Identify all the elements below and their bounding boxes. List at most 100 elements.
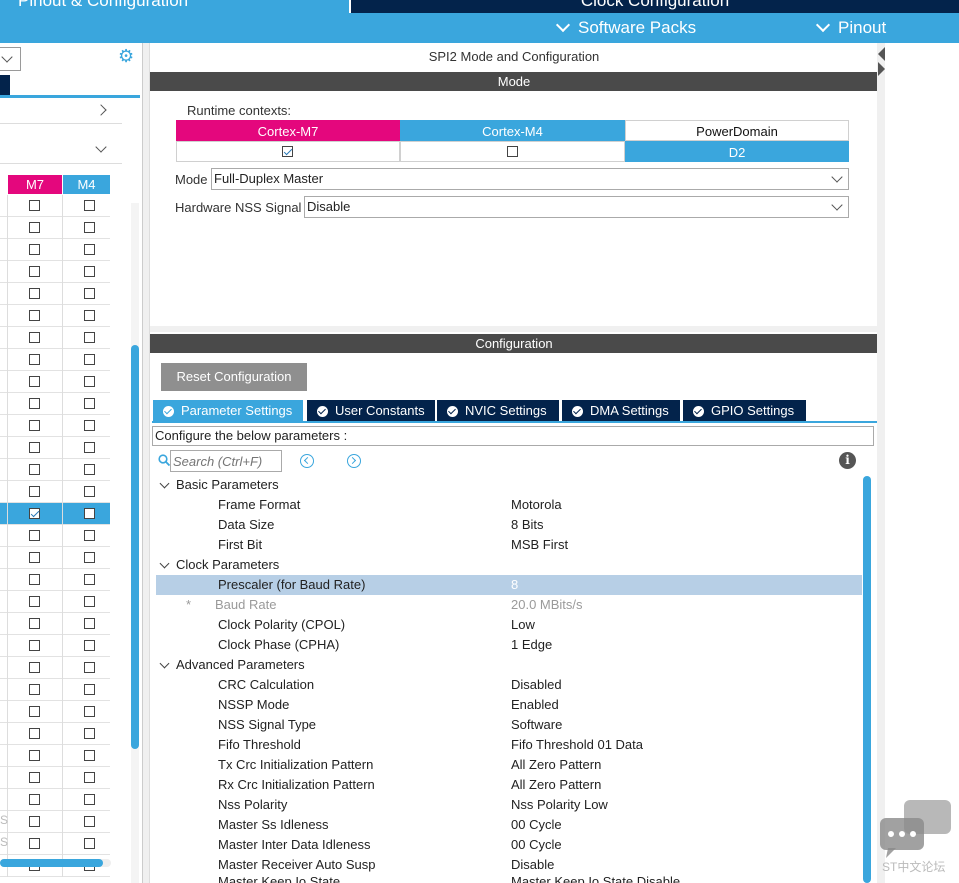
m7-checkbox[interactable] — [29, 442, 40, 453]
m7-checkbox[interactable] — [29, 618, 40, 629]
param-row-cpol[interactable]: Clock Polarity (CPOL) Low — [156, 615, 862, 635]
vertical-scrollbar[interactable] — [131, 345, 139, 749]
table-row[interactable] — [0, 393, 110, 415]
m4-checkbox[interactable] — [84, 508, 95, 519]
param-row-ss-idleness[interactable]: Master Ss Idleness 00 Cycle — [156, 815, 862, 835]
table-row[interactable] — [0, 811, 110, 833]
m7-checkbox[interactable] — [29, 266, 40, 277]
table-row[interactable] — [0, 217, 110, 239]
table-row[interactable] — [0, 415, 110, 437]
m4-checkbox[interactable] — [84, 420, 95, 431]
param-row-cpha[interactable]: Clock Phase (CPHA) 1 Edge — [156, 635, 862, 655]
m7-checkbox[interactable] — [29, 706, 40, 717]
m7-checkbox[interactable] — [29, 244, 40, 255]
previous-match-icon[interactable] — [300, 454, 314, 468]
table-row[interactable] — [0, 613, 110, 635]
m4-checkbox[interactable] — [84, 464, 95, 475]
param-row-auto-susp[interactable]: Master Receiver Auto Susp Disable — [156, 855, 862, 875]
gear-icon[interactable]: ⚙ — [118, 47, 136, 65]
param-row-keep-io[interactable]: Master Keep Io State Master Keep Io Stat… — [156, 875, 862, 883]
power-domain-value[interactable]: D2 — [625, 141, 849, 162]
table-row[interactable] — [0, 239, 110, 261]
m7-checkbox[interactable] — [29, 310, 40, 321]
m4-checkbox[interactable] — [84, 354, 95, 365]
m7-checkbox[interactable] — [29, 332, 40, 343]
m4-checkbox[interactable] — [84, 222, 95, 233]
param-row-data-size[interactable]: Data Size 8 Bits — [156, 515, 862, 535]
m4-checkbox[interactable] — [84, 662, 95, 673]
reset-configuration-button[interactable]: Reset Configuration — [161, 363, 307, 391]
m7-checkbox[interactable] — [29, 684, 40, 695]
software-packs-menu[interactable]: Software Packs — [555, 13, 696, 43]
table-row[interactable] — [0, 569, 110, 591]
table-row[interactable] — [0, 657, 110, 679]
m7-checkbox[interactable] — [29, 530, 40, 541]
table-row[interactable] — [0, 503, 110, 525]
m7-checkbox[interactable] — [29, 552, 40, 563]
m4-checkbox[interactable] — [84, 816, 95, 827]
table-row[interactable] — [0, 371, 110, 393]
m4-checkbox[interactable] — [84, 750, 95, 761]
tab-parameter-settings[interactable]: Parameter Settings — [153, 400, 303, 422]
table-row[interactable] — [0, 789, 110, 811]
next-match-icon[interactable] — [347, 454, 361, 468]
m7-checkbox[interactable] — [29, 772, 40, 783]
table-row[interactable] — [0, 591, 110, 613]
m4-checkbox[interactable] — [84, 310, 95, 321]
table-row[interactable] — [0, 481, 110, 503]
m7-checkbox[interactable] — [29, 640, 40, 651]
m4-checkbox[interactable] — [84, 442, 95, 453]
param-row-prescaler[interactable]: Prescaler (for Baud Rate) 8 — [156, 575, 862, 595]
table-row[interactable] — [0, 305, 110, 327]
m7-checkbox[interactable] — [29, 464, 40, 475]
tab-user-constants[interactable]: User Constants — [307, 400, 435, 422]
mode-select[interactable]: Full-Duplex Master — [211, 168, 849, 190]
m4-checkbox[interactable] — [84, 574, 95, 585]
group-basic-parameters[interactable]: Basic Parameters — [156, 475, 862, 495]
m4-checkbox[interactable] — [84, 244, 95, 255]
m4-checkbox[interactable] — [84, 838, 95, 849]
m7-checkbox[interactable] — [29, 750, 40, 761]
table-row[interactable] — [0, 349, 110, 371]
table-row[interactable] — [0, 459, 110, 481]
chevron-right-icon[interactable] — [95, 104, 107, 116]
param-row-inter-data-idleness[interactable]: Master Inter Data Idleness 00 Cycle — [156, 835, 862, 855]
m7-checkbox[interactable] — [29, 728, 40, 739]
m7-checkbox[interactable] — [29, 354, 40, 365]
m4-checkbox[interactable] — [84, 706, 95, 717]
param-row-nssp[interactable]: NSSP Mode Enabled — [156, 695, 862, 715]
m4-checkbox[interactable] — [84, 376, 95, 387]
search-input[interactable] — [170, 450, 282, 472]
m7-checkbox[interactable] — [29, 508, 40, 519]
m4-checkbox[interactable] — [84, 266, 95, 277]
table-row[interactable] — [0, 283, 110, 305]
m7-checkbox[interactable] — [29, 838, 40, 849]
m4-checkbox[interactable] — [84, 728, 95, 739]
tab-gpio-settings[interactable]: GPIO Settings — [683, 400, 806, 422]
pinout-menu[interactable]: Pinout — [815, 13, 886, 43]
param-row-first-bit[interactable]: First Bit MSB First — [156, 535, 862, 555]
chevron-down-icon[interactable] — [95, 141, 107, 153]
param-row-tx-crc[interactable]: Tx Crc Initialization Pattern All Zero P… — [156, 755, 862, 775]
group-advanced-parameters[interactable]: Advanced Parameters — [156, 655, 862, 675]
section-splitter[interactable] — [150, 326, 878, 332]
cortex-m7-checkbox[interactable] — [282, 146, 293, 157]
m7-checkbox[interactable] — [29, 816, 40, 827]
table-row[interactable] — [0, 547, 110, 569]
m4-checkbox[interactable] — [84, 684, 95, 695]
category-select[interactable] — [0, 47, 21, 71]
m7-checkbox[interactable] — [29, 420, 40, 431]
m4-checkbox[interactable] — [84, 200, 95, 211]
table-row[interactable] — [0, 679, 110, 701]
m4-checkbox[interactable] — [84, 772, 95, 783]
m7-checkbox[interactable] — [29, 486, 40, 497]
m7-checkbox[interactable] — [29, 288, 40, 299]
m7-checkbox[interactable] — [29, 398, 40, 409]
param-row-frame-format[interactable]: Frame Format Motorola — [156, 495, 862, 515]
param-row-nss-type[interactable]: NSS Signal Type Software — [156, 715, 862, 735]
table-row[interactable] — [0, 723, 110, 745]
table-row[interactable] — [0, 745, 110, 767]
param-row-nss-polarity[interactable]: Nss Polarity Nss Polarity Low — [156, 795, 862, 815]
m4-checkbox[interactable] — [84, 794, 95, 805]
m4-checkbox[interactable] — [84, 398, 95, 409]
